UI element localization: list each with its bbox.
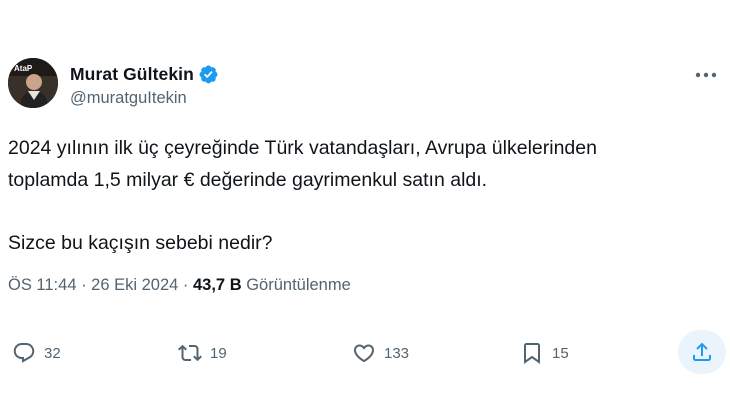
like-button[interactable]: 133: [352, 338, 409, 368]
views-label: Görüntülenme: [246, 276, 351, 294]
bookmark-count: 15: [552, 344, 569, 362]
author-name-row: Murat Gültekin: [70, 62, 219, 86]
tweet-time[interactable]: ÖS 11:44: [8, 276, 77, 294]
tweet-text-line: 2024 yılının ilk üç çeyreğinde Türk vata…: [8, 137, 597, 159]
reply-button[interactable]: 32: [12, 338, 61, 368]
reply-count: 32: [44, 344, 61, 362]
tweet-date[interactable]: 26 Eki 2024: [91, 276, 178, 294]
tweet-card: AtaP Murat Gültekin @muratguItekin 2024 …: [0, 0, 730, 420]
heart-icon: [353, 344, 375, 363]
retweet-button[interactable]: 19: [178, 338, 227, 368]
reply-icon: [13, 343, 35, 363]
retweet-icon: [178, 344, 202, 362]
more-horizontal-icon: [695, 72, 717, 78]
tweet-text: 2024 yılının ilk üç çeyreğinde Türk vata…: [8, 132, 708, 259]
more-options-button[interactable]: [692, 66, 720, 84]
author-handle[interactable]: @muratguItekin: [70, 89, 187, 108]
avatar-image: AtaP: [8, 58, 58, 108]
tweet-text-line: toplamda 1,5 milyar € değerinde gayrimen…: [8, 169, 488, 191]
tweet-metadata: ÖS 11:44 · 26 Eki 2024 · 43,7 B Görüntül…: [8, 276, 351, 295]
bookmark-button[interactable]: 15: [520, 338, 569, 368]
views-count[interactable]: 43,7 B: [193, 276, 242, 294]
meta-separator: ·: [76, 276, 92, 294]
author-display-name[interactable]: Murat Gültekin: [70, 64, 194, 85]
share-button[interactable]: [678, 330, 726, 374]
avatar-logo-text: AtaP: [14, 64, 33, 73]
verified-badge-icon[interactable]: [198, 64, 219, 85]
like-count: 133: [384, 344, 410, 362]
retweet-count: 19: [210, 344, 227, 362]
bookmark-icon: [524, 343, 540, 364]
share-icon: [693, 342, 711, 361]
avatar[interactable]: AtaP: [8, 58, 58, 108]
meta-separator: ·: [178, 276, 193, 294]
tweet-text-line: Sizce bu kaçışın sebebi nedir?: [8, 232, 273, 254]
